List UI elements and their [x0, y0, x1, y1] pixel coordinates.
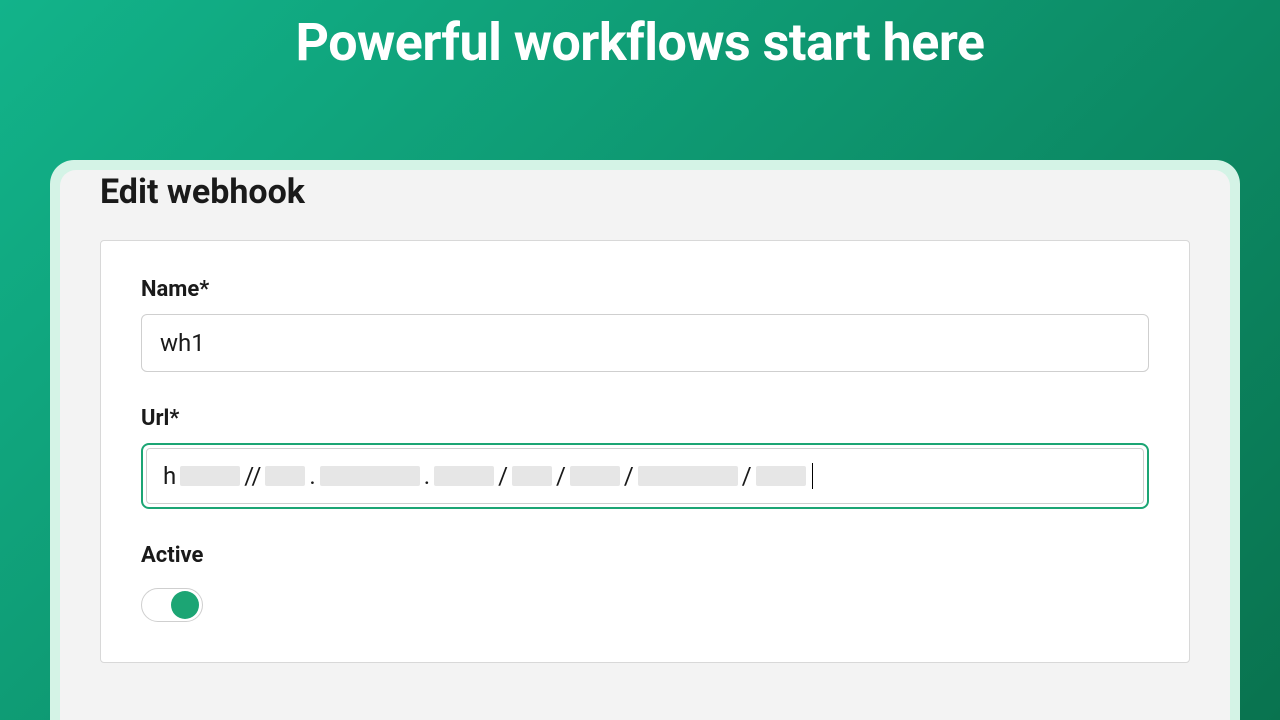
active-field-group: Active: [141, 543, 1149, 626]
inner-panel: Edit webhook Name* Url* h // .: [60, 170, 1230, 720]
url-input[interactable]: h // . . / / /: [146, 448, 1144, 504]
url-redacted-content: h // . . / / /: [163, 461, 1127, 491]
name-label: Name*: [141, 277, 1149, 302]
active-label: Active: [141, 543, 1149, 568]
text-caret: [812, 463, 813, 489]
toggle-knob: [171, 591, 199, 619]
name-field-group: Name*: [141, 277, 1149, 372]
url-field-group: Url* h // . . /: [141, 406, 1149, 509]
panel-wrapper: Edit webhook Name* Url* h // .: [50, 160, 1240, 720]
form-heading: Edit webhook: [100, 170, 1190, 240]
form-card: Name* Url* h // . .: [100, 240, 1190, 663]
hero-title: Powerful workflows start here: [0, 0, 1280, 73]
url-input-focus-ring: h // . . / / /: [141, 443, 1149, 509]
name-input[interactable]: [141, 314, 1149, 372]
active-toggle[interactable]: [141, 588, 203, 622]
url-label: Url*: [141, 406, 1149, 431]
